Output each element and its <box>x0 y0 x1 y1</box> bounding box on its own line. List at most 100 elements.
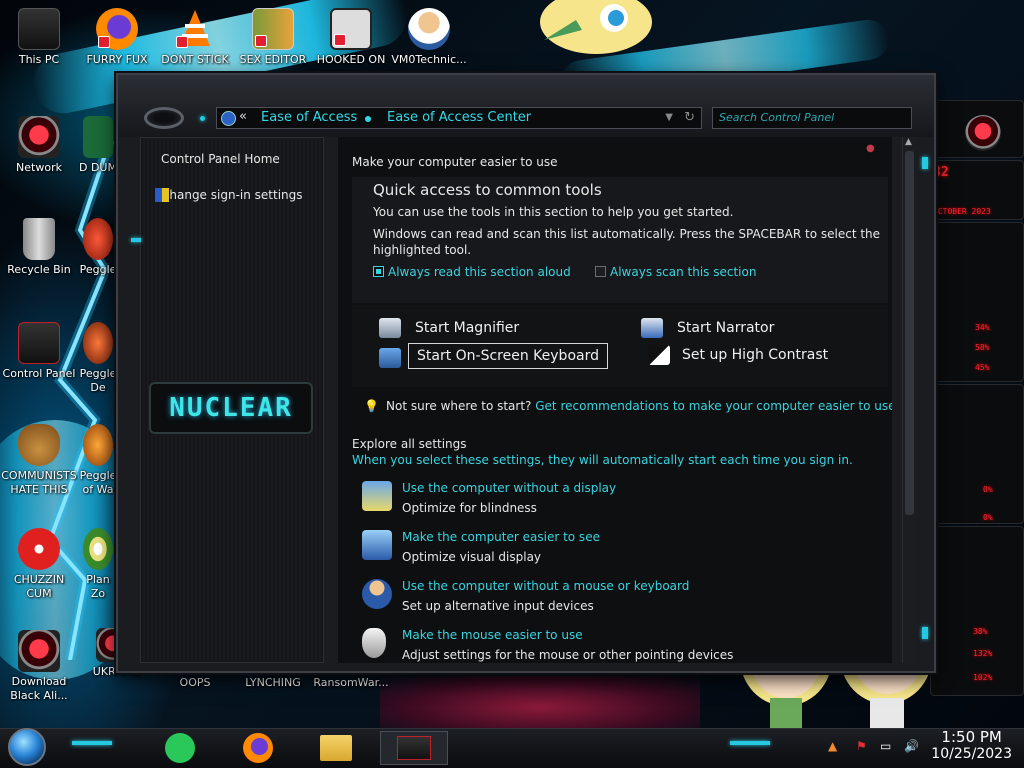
set-up-high-contrast-button[interactable]: Set up High Contrast <box>648 345 828 365</box>
peggle-icon <box>83 424 113 466</box>
firefox-icon <box>243 733 273 763</box>
alien-emblem-icon <box>144 107 184 129</box>
desktop-icon-oops[interactable]: OOPS <box>156 676 234 690</box>
start-narrator-button[interactable]: Start Narrator <box>641 318 774 338</box>
get-recommendations-link[interactable]: Get recommendations to make your compute… <box>535 399 892 413</box>
control-panel-window[interactable]: « Ease of Access Ease of Access Center ▼… <box>116 73 936 673</box>
desktop-icon-this-pc[interactable]: This PC <box>0 8 78 67</box>
recycle-bin-icon <box>23 218 55 260</box>
frame-led-icon <box>922 157 928 169</box>
clock-time: 1:50 PM <box>941 728 1002 746</box>
quick-access-section: Quick access to common tools You can use… <box>352 177 888 303</box>
app-icon <box>83 116 113 158</box>
desktop-icon-download-black-ali[interactable]: Download Black Ali... <box>0 630 78 703</box>
taskbar-file-explorer[interactable] <box>316 731 356 765</box>
help-icon[interactable]: ● <box>866 143 875 154</box>
scroll-up-arrow-icon[interactable]: ▲ <box>905 137 912 147</box>
desktop-icon-ransomwar[interactable]: RansomWar... <box>312 676 390 690</box>
control-panel-icon <box>397 736 431 760</box>
system-clock[interactable]: 1:50 PM 10/25/2023 <box>931 729 1012 763</box>
window-titlebar[interactable]: « Ease of Access Ease of Access Center ▼… <box>118 75 934 137</box>
mouse-icon <box>362 628 386 658</box>
lightbulb-icon: 💡 <box>364 399 379 413</box>
desktop-icon-network[interactable]: Network <box>0 116 78 175</box>
address-dropdown-icon[interactable]: ▼ <box>665 108 673 128</box>
desktop-icon-peggle-wa[interactable]: Peggle of Wa <box>78 424 118 497</box>
desktop-icon-plants[interactable]: Plan Zo <box>78 528 118 601</box>
narrator-icon <box>641 318 663 338</box>
desktop-icon-lynching[interactable]: LYNCHING <box>234 676 312 690</box>
use-without-display-link[interactable]: Use the computer without a display <box>402 481 616 495</box>
hxd-editor-icon <box>252 8 294 50</box>
start-button[interactable] <box>8 728 46 766</box>
desktop-icon-chuzzin-cum[interactable]: CHUZZIN CUM <box>0 528 78 601</box>
start-magnifier-button[interactable]: Start Magnifier <box>379 318 519 338</box>
status-led-icon <box>200 116 205 121</box>
uac-shield-icon <box>155 188 169 202</box>
maze-icon <box>330 8 372 50</box>
quick-access-scan-text: Windows can read and scan this list auto… <box>373 227 881 241</box>
peggle-icon <box>83 218 113 260</box>
breadcrumb-chevron-icon[interactable]: « <box>239 107 247 127</box>
network-tray-icon[interactable]: ▭ <box>880 739 891 753</box>
desktop-icon-recycle-bin[interactable]: Recycle Bin <box>0 218 78 277</box>
breadcrumb-ease-of-access-center[interactable]: Ease of Access Center <box>387 108 531 128</box>
peggle-icon <box>83 322 113 364</box>
desktop-icon-hooked-on[interactable]: HOOKED ON <box>312 8 390 67</box>
taskbar-notes-app[interactable] <box>160 731 200 765</box>
start-on-screen-keyboard-button[interactable]: Start On-Screen Keyboard <box>379 343 608 369</box>
taskbar: ▲ ⚑ ▭ 🔊 1:50 PM 10/25/2023 <box>0 728 1024 768</box>
alienware-logo-panel <box>930 100 1024 158</box>
side-led-icon <box>131 238 141 242</box>
tray-app-icon[interactable]: ▲ <box>828 739 837 753</box>
desktop-icon-control-panel[interactable]: Control Panel <box>0 322 78 381</box>
volume-icon[interactable]: 🔊 <box>904 739 919 753</box>
quick-access-title: Quick access to common tools <box>373 181 602 199</box>
desktop-icon-communists[interactable]: COMMUNISTS HATE THIS G... <box>0 424 78 497</box>
person-icon <box>362 579 392 609</box>
computer-icon <box>18 8 60 50</box>
vlc-cone-icon <box>174 8 216 50</box>
desktop-icon-sex-editor[interactable]: SEX EDITOR <box>234 8 312 67</box>
scrollbar-thumb[interactable] <box>905 151 914 515</box>
easier-to-see-link[interactable]: Make the computer easier to see <box>402 530 600 544</box>
notes-app-icon <box>165 733 195 763</box>
explore-settings-subtitle: When you select these settings, they wil… <box>352 453 853 467</box>
taskbar-firefox[interactable] <box>238 731 278 765</box>
address-bar[interactable]: « Ease of Access Ease of Access Center ▼… <box>216 107 702 129</box>
firefox-icon <box>96 8 138 50</box>
search-input[interactable]: Search Control Panel <box>712 107 912 129</box>
quick-access-scan-text-2: highlighted tool. <box>373 243 472 257</box>
wallpaper-figure <box>380 676 700 728</box>
without-mouse-keyboard-link[interactable]: Use the computer without a mouse or keyb… <box>402 579 689 593</box>
network-icon <box>18 116 60 158</box>
keyboard-icon <box>379 348 401 368</box>
control-panel-home-link[interactable]: Control Panel Home <box>161 152 280 166</box>
alienware-logo-icon <box>965 115 1001 151</box>
desktop-icon-dont-stick[interactable]: DONT STICK <box>156 8 234 67</box>
desktop-icon-peggle[interactable]: Peggle <box>78 218 118 277</box>
monitor-icon <box>362 481 392 511</box>
alienware-icon <box>18 630 60 672</box>
breadcrumb-ease-of-access[interactable]: Ease of Access <box>261 108 357 128</box>
refresh-icon[interactable]: ↻ <box>684 108 695 128</box>
cartoon-sticker-top <box>536 0 658 62</box>
always-read-aloud-checkbox[interactable]: Always read this section aloud <box>373 265 571 279</box>
mouse-easier-link[interactable]: Make the mouse easier to use <box>402 628 583 642</box>
desktop-icon-peggle-deluxe[interactable]: Peggle De <box>78 322 118 395</box>
desktop-icon-furry-fux[interactable]: FURRY FUX <box>78 8 156 67</box>
change-sign-in-settings-link[interactable]: Change sign-in settings <box>155 188 303 202</box>
calendar-panel: 32 OCTOBER 2023 <box>930 160 1024 220</box>
desktop-icon-dumb[interactable]: D DUM <box>78 116 118 175</box>
taskbar-control-panel[interactable] <box>380 731 448 765</box>
desktop-icon-vm0technic[interactable]: VM0Technic... <box>390 8 468 67</box>
clock-date: 10/25/2023 <box>931 746 1012 762</box>
control-panel-nav-icon <box>221 111 236 126</box>
always-scan-checkbox[interactable]: Always scan this section <box>595 265 756 279</box>
action-center-flag-icon[interactable]: ⚑ <box>856 739 867 753</box>
folder-icon <box>320 735 352 761</box>
vertical-scrollbar[interactable]: ▲ <box>902 137 916 663</box>
window-frame-right <box>918 137 934 663</box>
content-pane: Make your computer easier to use Quick a… <box>338 137 892 663</box>
display-icon <box>362 530 392 560</box>
